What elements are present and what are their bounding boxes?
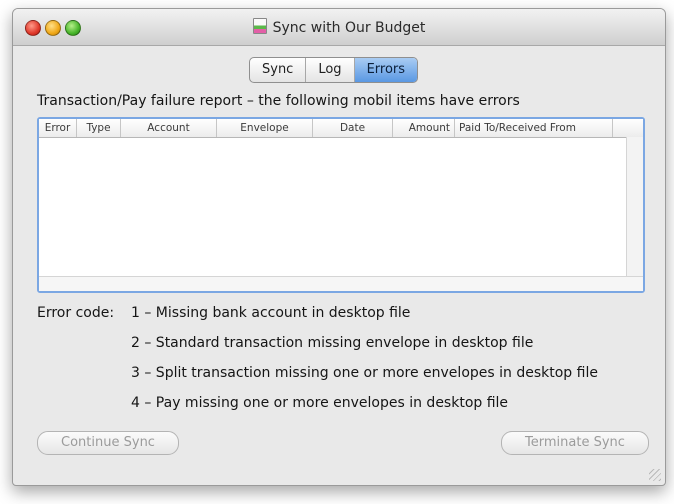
column-header-date[interactable]: Date: [313, 119, 393, 137]
horizontal-scrollbar[interactable]: [39, 276, 643, 291]
error-code-2: 2 – Standard transaction missing envelop…: [131, 335, 534, 351]
tab-sync[interactable]: Sync: [250, 58, 307, 82]
tab-log[interactable]: Log: [306, 58, 355, 82]
error-code-label: Error code:: [37, 305, 115, 321]
column-header-envelope[interactable]: Envelope: [217, 119, 313, 137]
continue-sync-button[interactable]: Continue Sync: [37, 431, 179, 455]
terminate-sync-button[interactable]: Terminate Sync: [501, 431, 649, 455]
view-tabs: Sync Log Errors: [249, 57, 419, 83]
budget-app-icon: [252, 18, 267, 34]
errors-table[interactable]: Error Type Account Envelope Date Amount …: [37, 117, 645, 293]
column-header-error[interactable]: Error: [39, 119, 77, 137]
error-code-3: 3 – Split transaction missing one or mor…: [131, 365, 598, 381]
column-header-account[interactable]: Account: [121, 119, 217, 137]
error-code-1: 1 – Missing bank account in desktop file: [131, 305, 411, 321]
error-code-4: 4 – Pay missing one or more envelopes in…: [131, 395, 509, 411]
column-header-type[interactable]: Type: [77, 119, 121, 137]
tab-errors[interactable]: Errors: [354, 58, 418, 82]
title-bar[interactable]: Sync with Our Budget: [13, 9, 665, 46]
table-header: Error Type Account Envelope Date Amount …: [39, 119, 643, 138]
window-title: Sync with Our Budget: [272, 20, 426, 36]
vertical-scrollbar[interactable]: [626, 137, 643, 277]
column-header-paid-to[interactable]: Paid To/Received From: [455, 119, 613, 137]
report-heading: Transaction/Pay failure report – the fol…: [37, 93, 520, 109]
sync-window: Sync with Our Budget Sync Log Errors Tra…: [12, 8, 666, 486]
column-header-amount[interactable]: Amount: [393, 119, 455, 137]
resize-grip-icon[interactable]: [649, 469, 661, 481]
window-title-group: Sync with Our Budget: [13, 18, 665, 36]
